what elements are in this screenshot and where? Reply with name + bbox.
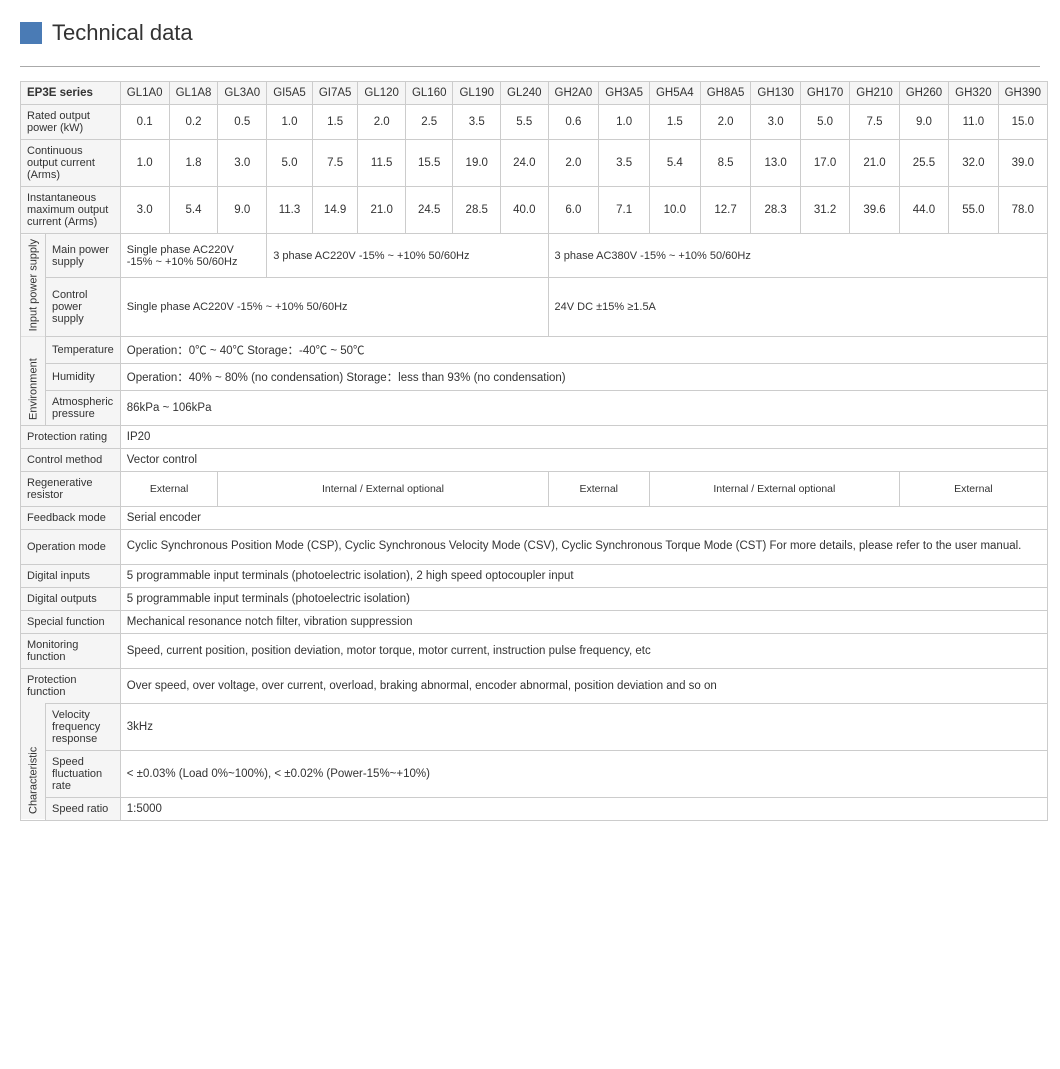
table-row: Instantaneous maximum output current (Ar… xyxy=(21,187,1048,234)
table-row-atmospheric: Atmospheric pressure 86kPa ~ 106kPa xyxy=(21,391,1048,426)
table-row-speed-fluctuation: Speed fluctuation rate < ±0.03% (Load 0%… xyxy=(21,750,1048,797)
control-method-value: Vector control xyxy=(120,449,1047,472)
table-row: Continuous output current (Arms) 1.0 1.8… xyxy=(21,140,1048,187)
regen-col4: Internal / External optional xyxy=(649,472,899,507)
humidity-value: Operation：40% ~ 80% (no condensation) St… xyxy=(120,364,1047,391)
model-gh210: GH210 xyxy=(850,82,899,105)
table-row-protection-function: Protection function Over speed, over vol… xyxy=(21,668,1048,703)
model-gl3a0: GL3A0 xyxy=(218,82,267,105)
model-gl1a0: GL1A0 xyxy=(120,82,169,105)
main-power-col3: 3 phase AC380V -15% ~ +10% 50/60Hz xyxy=(548,234,1048,278)
control-power-col1: Single phase AC220V -15% ~ +10% 50/60Hz xyxy=(120,278,548,337)
model-gl1a8: GL1A8 xyxy=(169,82,218,105)
title-icon xyxy=(20,22,42,44)
input-power-section-label: Input power supply xyxy=(21,234,46,337)
instantaneous-label: Instantaneous maximum output current (Ar… xyxy=(21,187,121,234)
table-row-humidity: Humidity Operation：40% ~ 80% (no condens… xyxy=(21,364,1048,391)
feedback-value: Serial encoder xyxy=(120,507,1047,530)
protection-function-value: Over speed, over voltage, over current, … xyxy=(120,668,1047,703)
digital-outputs-label: Digital outputs xyxy=(21,587,121,610)
speed-fluctuation-value: < ±0.03% (Load 0%~100%), < ±0.02% (Power… xyxy=(120,750,1047,797)
model-gl240: GL240 xyxy=(501,82,549,105)
model-gh3a5: GH3A5 xyxy=(599,82,650,105)
protection-rating-label: Protection rating xyxy=(21,426,121,449)
digital-inputs-label: Digital inputs xyxy=(21,564,121,587)
model-gh2a0: GH2A0 xyxy=(548,82,599,105)
series-label: EP3E series xyxy=(21,82,121,105)
main-power-col1: Single phase AC220V -15% ~ +10% 50/60Hz xyxy=(120,234,266,278)
rated-output-label: Rated output power (kW) xyxy=(21,105,121,140)
atmospheric-label: Atmospheric pressure xyxy=(46,391,121,426)
table-row: Rated output power (kW) 0.1 0.2 0.5 1.0 … xyxy=(21,105,1048,140)
speed-ratio-value: 1:5000 xyxy=(120,797,1047,820)
model-gl160: GL160 xyxy=(405,82,453,105)
model-gh8a5: GH8A5 xyxy=(700,82,751,105)
control-method-label: Control method xyxy=(21,449,121,472)
control-power-col2: 24V DC ±15% ≥1.5A xyxy=(548,278,1048,337)
model-gh5a4: GH5A4 xyxy=(649,82,700,105)
protection-rating-value: IP20 xyxy=(120,426,1047,449)
characteristic-section-label: Characteristic xyxy=(21,703,46,820)
operation-mode-value: Cyclic Synchronous Position Mode (CSP), … xyxy=(120,530,1047,564)
monitoring-label: Monitoring function xyxy=(21,633,121,668)
regen-col2: Internal / External optional xyxy=(218,472,548,507)
temperature-value: Operation：0℃ ~ 40℃ Storage：-40℃ ~ 50℃ xyxy=(120,337,1047,364)
feedback-label: Feedback mode xyxy=(21,507,121,530)
special-function-value: Mechanical resonance notch filter, vibra… xyxy=(120,610,1047,633)
page-title: Technical data xyxy=(20,20,1040,46)
technical-data-table: EP3E series GL1A0 GL1A8 GL3A0 GI5A5 GI7A… xyxy=(20,81,1048,821)
table-row-regenerative: Regenerative resistor External Internal … xyxy=(21,472,1048,507)
model-gh320: GH320 xyxy=(949,82,998,105)
temperature-label: Temperature xyxy=(46,337,121,364)
model-gh170: GH170 xyxy=(800,82,849,105)
model-gl120: GL120 xyxy=(358,82,406,105)
digital-outputs-value: 5 programmable input terminals (photoele… xyxy=(120,587,1047,610)
control-power-label: Control power supply xyxy=(46,278,121,337)
operation-mode-label: Operation mode xyxy=(21,530,121,564)
regen-col1: External xyxy=(120,472,218,507)
table-row-operation-mode: Operation mode Cyclic Synchronous Positi… xyxy=(21,530,1048,564)
model-gi7a5: GI7A5 xyxy=(312,82,358,105)
model-gi5a5: GI5A5 xyxy=(267,82,313,105)
model-gl190: GL190 xyxy=(453,82,501,105)
model-gh130: GH130 xyxy=(751,82,800,105)
monitoring-value: Speed, current position, position deviat… xyxy=(120,633,1047,668)
special-function-label: Special function xyxy=(21,610,121,633)
table-row-protection-rating: Protection rating IP20 xyxy=(21,426,1048,449)
continuous-output-label: Continuous output current (Arms) xyxy=(21,140,121,187)
table-row-monitoring: Monitoring function Speed, current posit… xyxy=(21,633,1048,668)
model-gh260: GH260 xyxy=(899,82,948,105)
humidity-label: Humidity xyxy=(46,364,121,391)
atmospheric-value: 86kPa ~ 106kPa xyxy=(120,391,1047,426)
regen-col5: External xyxy=(899,472,1047,507)
digital-inputs-value: 5 programmable input terminals (photoele… xyxy=(120,564,1047,587)
table-row-digital-inputs: Digital inputs 5 programmable input term… xyxy=(21,564,1048,587)
table-row-feedback: Feedback mode Serial encoder xyxy=(21,507,1048,530)
environment-section-label: Environment xyxy=(21,337,46,426)
model-gh390: GH390 xyxy=(998,82,1047,105)
table-header-row: EP3E series GL1A0 GL1A8 GL3A0 GI5A5 GI7A… xyxy=(21,82,1048,105)
velocity-freq-value: 3kHz xyxy=(120,703,1047,750)
table-row-special-function: Special function Mechanical resonance no… xyxy=(21,610,1048,633)
velocity-freq-label: Velocity frequency response xyxy=(46,703,121,750)
protection-function-label: Protection function xyxy=(21,668,121,703)
regen-col3: External xyxy=(548,472,649,507)
speed-fluctuation-label: Speed fluctuation rate xyxy=(46,750,121,797)
table-row-digital-outputs: Digital outputs 5 programmable input ter… xyxy=(21,587,1048,610)
table-row-speed-ratio: Speed ratio 1:5000 xyxy=(21,797,1048,820)
table-row-control-power: Control power supply Single phase AC220V… xyxy=(21,278,1048,337)
regenerative-label: Regenerative resistor xyxy=(21,472,121,507)
table-row-temperature: Environment Temperature Operation：0℃ ~ 4… xyxy=(21,337,1048,364)
table-row-control-method: Control method Vector control xyxy=(21,449,1048,472)
main-power-col2: 3 phase AC220V -15% ~ +10% 50/60Hz xyxy=(267,234,548,278)
table-row-velocity-freq: Characteristic Velocity frequency respon… xyxy=(21,703,1048,750)
main-power-label: Main power supply xyxy=(46,234,121,278)
speed-ratio-label: Speed ratio xyxy=(46,797,121,820)
table-row-main-power: Input power supply Main power supply Sin… xyxy=(21,234,1048,278)
